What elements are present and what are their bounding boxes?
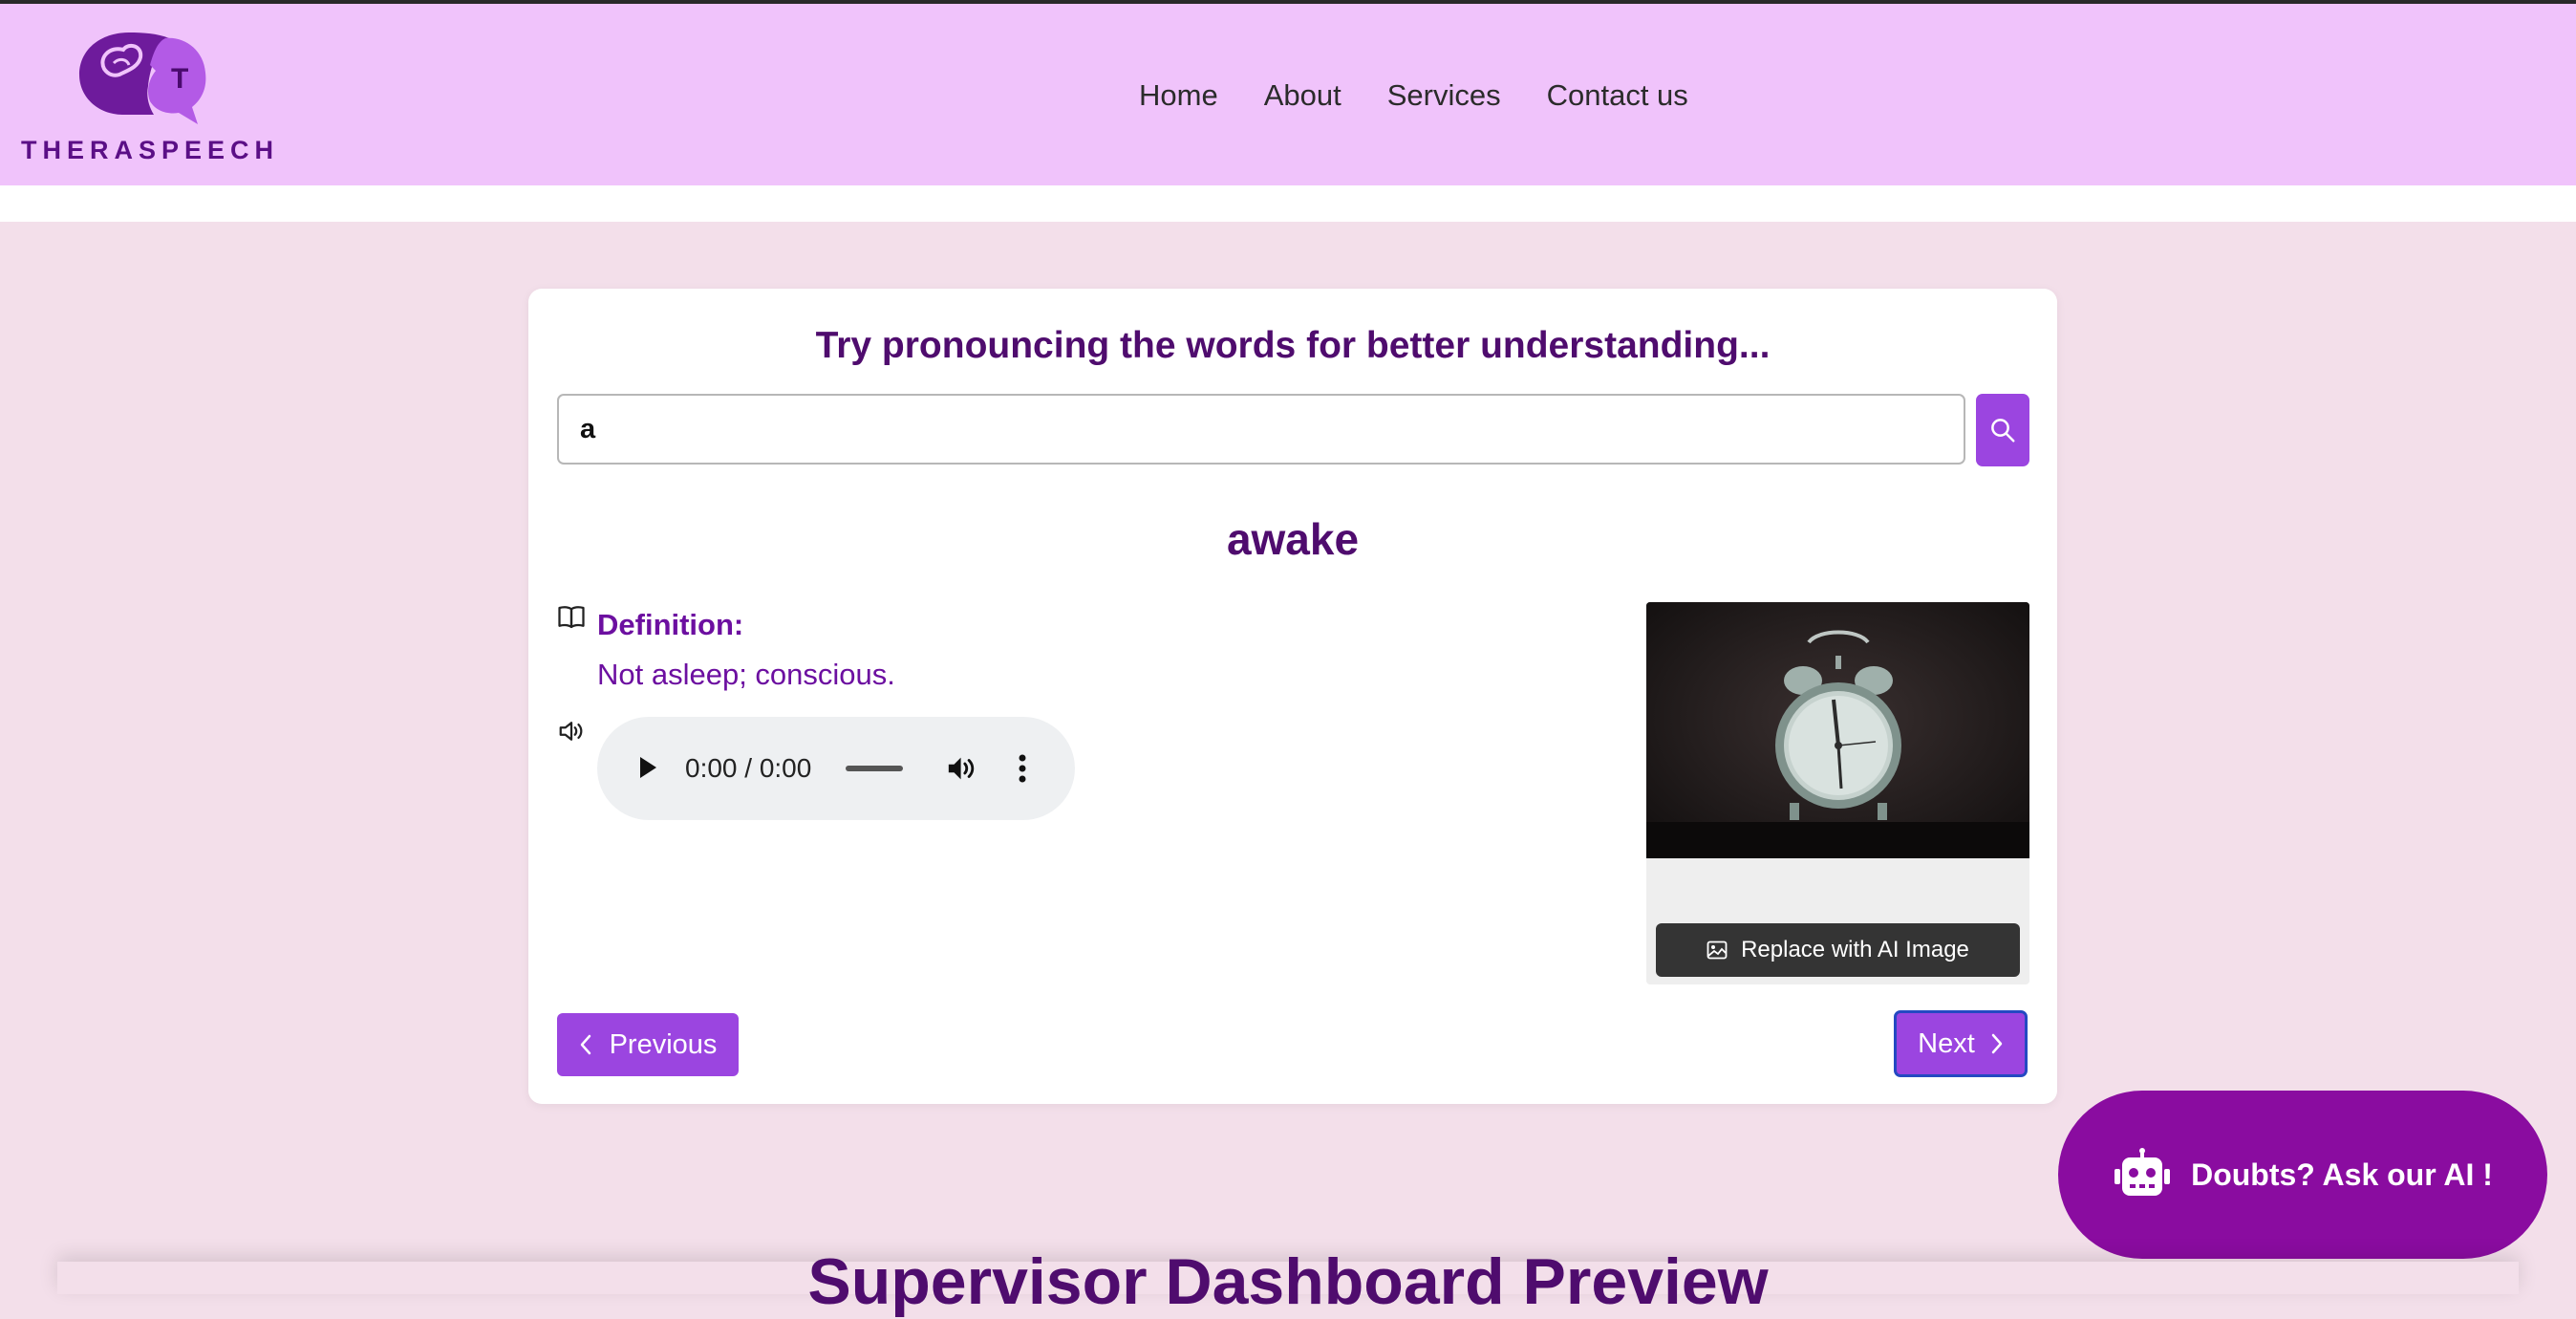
chevron-left-icon	[580, 1034, 590, 1055]
next-label: Next	[1918, 1027, 1975, 1059]
audio-time: 0:00 / 0:00	[685, 753, 812, 783]
definition-text: Not asleep; conscious.	[597, 658, 895, 691]
previous-label: Previous	[609, 1028, 718, 1060]
site-logo[interactable]: T THERASPEECH	[19, 29, 273, 167]
nav-about[interactable]: About	[1264, 78, 1342, 113]
nav-home[interactable]: Home	[1139, 78, 1218, 113]
main-nav: Home About Services Contact us	[1139, 78, 1688, 113]
nav-contact[interactable]: Contact us	[1547, 78, 1688, 113]
definition-label: Definition:	[597, 608, 744, 641]
search-button[interactable]	[1976, 394, 2029, 466]
nav-services[interactable]: Services	[1387, 78, 1501, 113]
replace-ai-image-button[interactable]: Replace with AI Image	[1656, 923, 2020, 977]
search-icon	[1991, 419, 2015, 443]
pronunciation-card: Try pronouncing the words for better und…	[528, 289, 2057, 1104]
play-icon[interactable]	[637, 755, 658, 780]
speaker-icon	[559, 722, 583, 741]
word-image-panel: Replace with AI Image	[1646, 602, 2029, 984]
card-title: Try pronouncing the words for better und…	[815, 325, 1771, 366]
alarm-clock-image	[1646, 602, 2029, 858]
replace-ai-image-label: Replace with AI Image	[1741, 937, 1969, 962]
logo-text: THERASPEECH	[21, 136, 280, 164]
current-word: awake	[1226, 514, 1360, 564]
more-vertical-icon[interactable]	[1018, 753, 1027, 784]
logo-icon: T	[79, 32, 206, 124]
site-header: T THERASPEECH Home About Services Contac…	[0, 4, 2576, 185]
word-search-input[interactable]	[557, 394, 1965, 465]
ask-ai-label: Doubts? Ask our AI !	[2191, 1157, 2493, 1192]
previous-button[interactable]: Previous	[557, 1013, 739, 1076]
image-icon	[1707, 941, 1728, 960]
ask-ai-chat-button[interactable]: Doubts? Ask our AI !	[2058, 1091, 2547, 1259]
logo-letter: T	[171, 63, 188, 95]
audio-seek-bar[interactable]	[846, 766, 903, 771]
audio-player: 0:00 / 0:00	[597, 717, 1075, 820]
volume-icon[interactable]	[946, 753, 978, 784]
chevron-right-icon	[1991, 1033, 2003, 1054]
book-icon	[558, 606, 585, 629]
header-spacer	[0, 185, 2576, 222]
dashboard-preview-title: Supervisor Dashboard Preview	[807, 1245, 1769, 1318]
next-button[interactable]: Next	[1894, 1010, 2028, 1077]
word-image	[1646, 602, 2029, 858]
robot-icon	[2114, 1148, 2171, 1196]
